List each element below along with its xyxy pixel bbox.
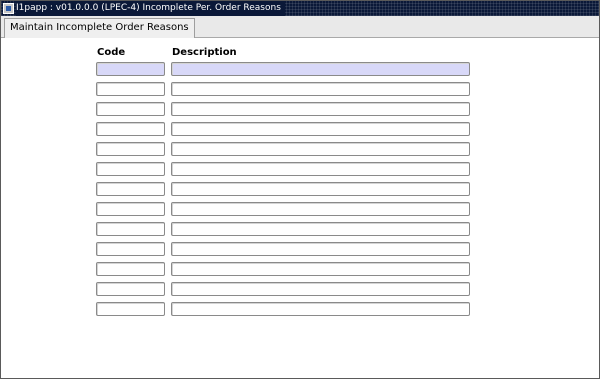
code-field[interactable]: [96, 282, 165, 296]
code-field[interactable]: [96, 122, 165, 136]
code-field[interactable]: [96, 182, 165, 196]
code-field[interactable]: [96, 102, 165, 116]
code-field[interactable]: [96, 222, 165, 236]
tab-maintain-incomplete-order-reasons[interactable]: Maintain Incomplete Order Reasons: [4, 18, 195, 38]
description-field[interactable]: [171, 162, 470, 176]
code-field[interactable]: [96, 82, 165, 96]
description-field[interactable]: [171, 242, 470, 256]
app-window: I1papp : v01.0.0.0 (LPEC-4) Incomplete P…: [0, 0, 600, 379]
description-field[interactable]: [171, 82, 470, 96]
code-field[interactable]: [96, 302, 165, 316]
description-field[interactable]: [171, 222, 470, 236]
description-field[interactable]: [171, 282, 470, 296]
description-field[interactable]: [171, 122, 470, 136]
description-field[interactable]: [171, 202, 470, 216]
description-field[interactable]: [171, 102, 470, 116]
description-field[interactable]: [171, 302, 470, 316]
description-field[interactable]: [171, 182, 470, 196]
title-bar: I1papp : v01.0.0.0 (LPEC-4) Incomplete P…: [1, 1, 599, 16]
window-title: I1papp : v01.0.0.0 (LPEC-4) Incomplete P…: [16, 1, 285, 16]
description-field[interactable]: [171, 262, 470, 276]
code-field[interactable]: [96, 162, 165, 176]
code-column-header: Code: [97, 47, 126, 58]
description-field[interactable]: [171, 62, 470, 76]
code-field[interactable]: [96, 62, 165, 76]
code-field[interactable]: [96, 142, 165, 156]
code-field[interactable]: [96, 202, 165, 216]
description-field[interactable]: [171, 142, 470, 156]
code-field[interactable]: [96, 242, 165, 256]
app-icon: [3, 3, 14, 14]
form-panel: Code Description: [1, 38, 599, 378]
description-column-header: Description: [172, 47, 237, 58]
tab-strip: Maintain Incomplete Order Reasons: [1, 16, 599, 38]
code-field[interactable]: [96, 262, 165, 276]
